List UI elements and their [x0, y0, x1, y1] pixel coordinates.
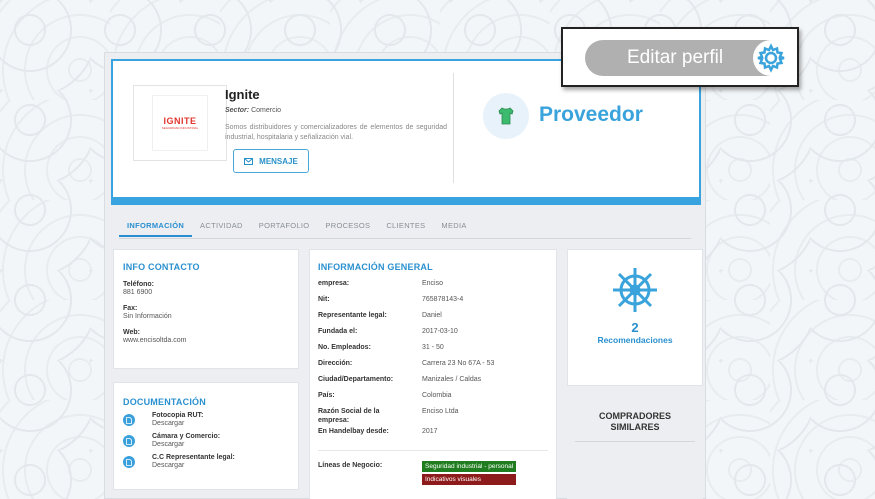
general-title: INFORMACIÓN GENERAL [318, 262, 433, 272]
contact-title: INFO CONTACTO [123, 262, 200, 272]
web-label: Web: [123, 329, 140, 336]
profile-page: IGNITE SEGURIDAD INDUSTRIAL Ignite Secto… [104, 52, 706, 499]
download-link[interactable]: Descargar [152, 462, 235, 470]
recommendations-label: Recomendaciones [597, 335, 673, 345]
company-logo: IGNITE SEGURIDAD INDUSTRIAL [133, 85, 227, 161]
tab-clientes[interactable]: CLIENTES [378, 217, 433, 237]
tab-portafolio[interactable]: PORTAFOLIO [251, 217, 318, 237]
info-row: Ciudad/Departamento: Manizales / Caldas [318, 376, 482, 383]
recommendations-card: 2 Recomendaciones [567, 249, 703, 386]
documents-title: DOCUMENTACIÓN [123, 397, 206, 407]
edit-profile-callout: Editar perfil [561, 27, 799, 87]
info-row: No. Empleados: 31 - 50 [318, 344, 444, 351]
info-row: Dirección: Carrera 23 No 67A - 53 [318, 360, 495, 367]
tabs-divider [119, 238, 691, 239]
logo-text: IGNITE [163, 116, 197, 126]
business-line-tag: Seguridad industrial - personal [422, 461, 517, 472]
download-link[interactable]: Descargar [152, 441, 220, 449]
download-link[interactable]: Descargar [152, 420, 203, 428]
tab-actividad[interactable]: ACTIVIDAD [192, 217, 251, 237]
documents-card: DOCUMENTACIÓN Fotocopia RUT: Descargar C… [113, 382, 299, 490]
info-row: Fundada el: 2017-03-10 [318, 328, 458, 335]
info-row: País: Colombia [318, 392, 452, 399]
section-divider [318, 450, 548, 451]
info-row: En Handelbay desde: 2017 [318, 428, 438, 435]
company-sector: Sector: Comercio [225, 107, 282, 114]
recommendations-count: 2 [631, 320, 639, 335]
business-line-tag: Indicativos visuales [422, 474, 517, 485]
helm-icon [613, 268, 657, 312]
similar-buyers-title-2: SIMILARES [610, 422, 660, 432]
info-row: Razón Social de la empresa: Enciso Ltda [318, 408, 459, 424]
gear-icon [753, 40, 789, 76]
document-item[interactable]: Cámara y Comercio: Descargar [123, 433, 289, 449]
info-row: Representante legal: Daniel [318, 312, 442, 319]
similar-buyers-title-1: COMPRADORES [598, 411, 671, 421]
provider-role: Proveedor [539, 103, 643, 126]
tab-procesos[interactable]: PROCESOS [317, 217, 378, 237]
edit-profile-button[interactable]: Editar perfil [585, 40, 789, 76]
phone-value: 881 6900 [123, 289, 153, 296]
contact-info-card: INFO CONTACTO Teléfono: 881 6900 Fax: Si… [113, 249, 299, 369]
info-row: empresa: Enciso [318, 280, 444, 287]
similar-buyers-divider [575, 441, 695, 442]
document-icon [123, 456, 135, 468]
fax-label: Fax: [123, 305, 138, 312]
message-button[interactable]: MENSAJE [233, 149, 309, 173]
phone-label: Teléfono: [123, 281, 154, 288]
web-value[interactable]: www.encisoltda.com [123, 337, 289, 344]
company-name: Ignite [225, 87, 260, 102]
envelope-icon [244, 157, 254, 165]
document-icon [123, 414, 135, 426]
tab-informacion[interactable]: INFORMACIÓN [119, 217, 193, 237]
shirt-icon [483, 93, 529, 139]
document-icon [123, 435, 135, 447]
header-divider [453, 73, 454, 183]
general-info-card: INFORMACIÓN GENERAL empresa: Enciso Nit: 7… [309, 249, 557, 499]
edit-profile-label: Editar perfil [627, 47, 724, 68]
similar-buyers-section: COMPRADORES SIMILARES [567, 397, 703, 499]
logo-subtext: SEGURIDAD INDUSTRIAL [161, 126, 199, 130]
document-item[interactable]: Fotocopia RUT: Descargar [123, 412, 289, 428]
document-item[interactable]: C.C Representante legal: Descargar [123, 454, 289, 470]
business-lines-row: Líneas de Negocio: Seguridad industrial … [318, 461, 548, 485]
profile-tabs: INFORMACIÓN ACTIVIDAD PORTAFOLIO PROCESO… [119, 217, 475, 237]
company-description: Somos distribuidores y comercializadores… [225, 124, 447, 141]
info-row: Nit: 765878143-4 [318, 296, 464, 303]
tab-media[interactable]: MEDIA [433, 217, 474, 237]
fax-value: Sin Información [123, 313, 172, 320]
